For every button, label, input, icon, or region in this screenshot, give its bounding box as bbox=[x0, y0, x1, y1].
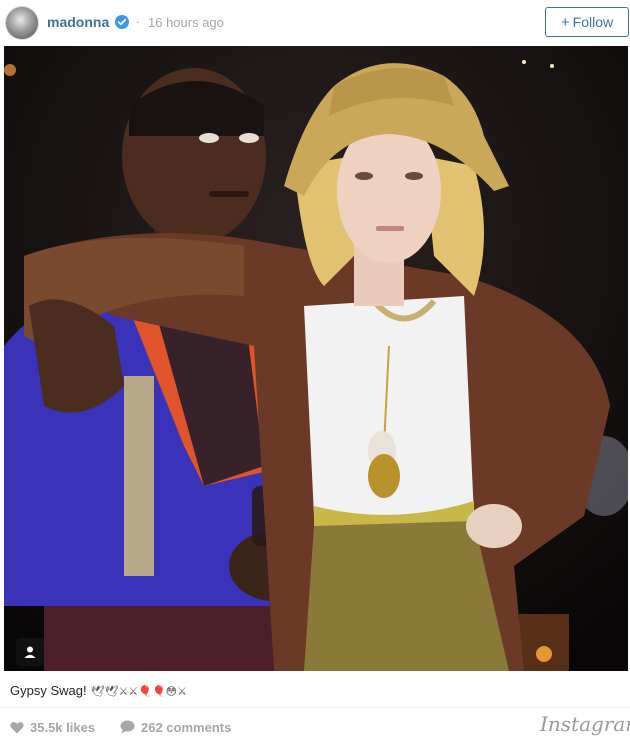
comments-label: 262 comments bbox=[141, 719, 232, 735]
post-timestamp: 16 hours ago bbox=[148, 15, 224, 30]
follow-button[interactable]: + Follow bbox=[545, 7, 629, 37]
caption-text: Gypsy Swag! bbox=[10, 683, 87, 698]
follow-label: Follow bbox=[572, 14, 614, 30]
post-photo[interactable] bbox=[4, 46, 628, 671]
instagram-logo[interactable]: Instagram bbox=[540, 712, 630, 736]
divider bbox=[0, 707, 630, 708]
likes-count[interactable]: 35.5k likes bbox=[10, 719, 95, 735]
plus-icon: + bbox=[560, 13, 570, 31]
photo-illustration bbox=[4, 46, 628, 671]
post-caption: Gypsy Swag! 🕊🕊⚔⚔🎈🎈😳⚔ bbox=[10, 683, 187, 698]
person-tag-icon[interactable] bbox=[16, 638, 44, 666]
comments-count[interactable]: 262 comments bbox=[120, 719, 231, 735]
separator-dot: · bbox=[136, 14, 141, 29]
avatar[interactable] bbox=[5, 6, 39, 40]
likes-label: 35.5k likes bbox=[30, 719, 96, 735]
heart-icon bbox=[10, 721, 24, 733]
caption-emoji: 🕊🕊⚔⚔🎈🎈😳⚔ bbox=[90, 685, 187, 698]
username-link[interactable]: madonna bbox=[47, 14, 109, 30]
post-header: madonna · 16 hours ago + Follow bbox=[0, 0, 630, 46]
verified-badge-icon bbox=[115, 15, 129, 29]
comment-bubble-icon bbox=[120, 720, 135, 734]
instagram-post: madonna · 16 hours ago + Follow Gypsy Sw… bbox=[0, 0, 630, 750]
